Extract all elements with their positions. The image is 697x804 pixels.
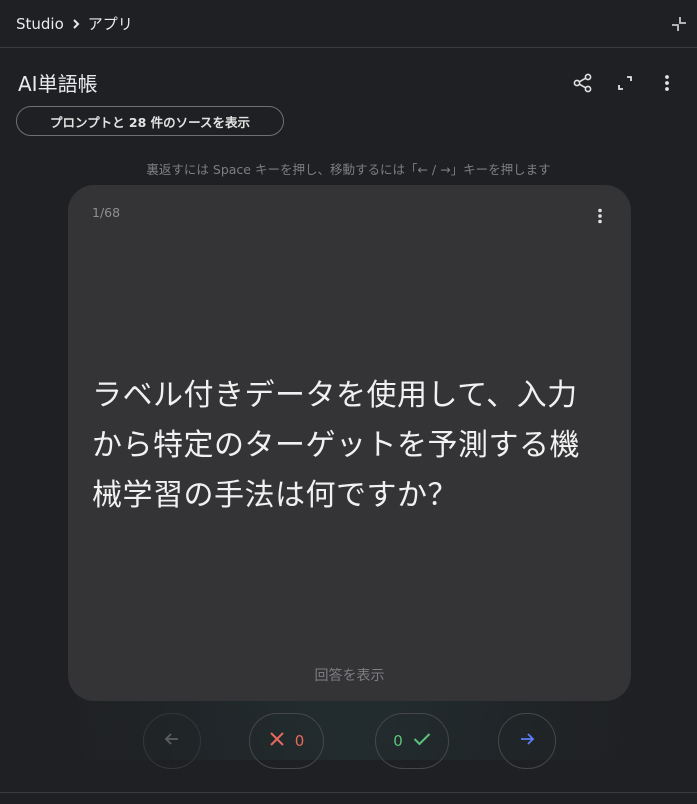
- arrow-left-icon: [163, 730, 181, 752]
- card-counter: 1/68: [92, 205, 121, 220]
- flashcard[interactable]: 1/68 ラベル付きデータを使用して、入力から特定のターゲットを予測する機械学習…: [68, 185, 631, 701]
- top-bar: Studio アプリ: [0, 0, 697, 48]
- collapse-icon[interactable]: [671, 16, 687, 32]
- share-icon[interactable]: [572, 72, 594, 94]
- close-icon: [269, 731, 285, 751]
- arrow-right-icon: [518, 730, 536, 752]
- chevron-right-icon: [70, 18, 82, 30]
- fullscreen-icon[interactable]: [614, 72, 636, 94]
- keyboard-hint: 裏返すには Space キーを押し、移動するには「← / →」キーを押します: [146, 162, 551, 177]
- next-card-button[interactable]: [498, 713, 556, 769]
- correct-count: 0: [393, 732, 403, 750]
- show-sources-button[interactable]: プロンプトと 28 件のソースを表示: [16, 106, 284, 136]
- title-row: AI単語帳: [18, 70, 678, 100]
- breadcrumb-apps: アプリ: [87, 15, 133, 33]
- breadcrumb-studio[interactable]: Studio: [16, 15, 64, 33]
- previous-card-button[interactable]: [143, 713, 201, 769]
- title-actions: [572, 72, 678, 94]
- show-answer-button[interactable]: 回答を表示: [68, 665, 631, 685]
- bottom-divider: [0, 792, 697, 793]
- incorrect-count: 0: [294, 732, 305, 750]
- mark-incorrect-button[interactable]: 0: [249, 713, 324, 769]
- mark-correct-button[interactable]: 0: [375, 713, 449, 769]
- card-question: ラベル付きデータを使用して、入力から特定のターゲットを予測する機械学習の手法は何…: [92, 378, 580, 513]
- card-more-vert-icon[interactable]: [589, 205, 611, 227]
- more-vert-icon[interactable]: [656, 72, 678, 94]
- check-icon: [413, 732, 431, 750]
- breadcrumb: Studio アプリ: [16, 13, 133, 34]
